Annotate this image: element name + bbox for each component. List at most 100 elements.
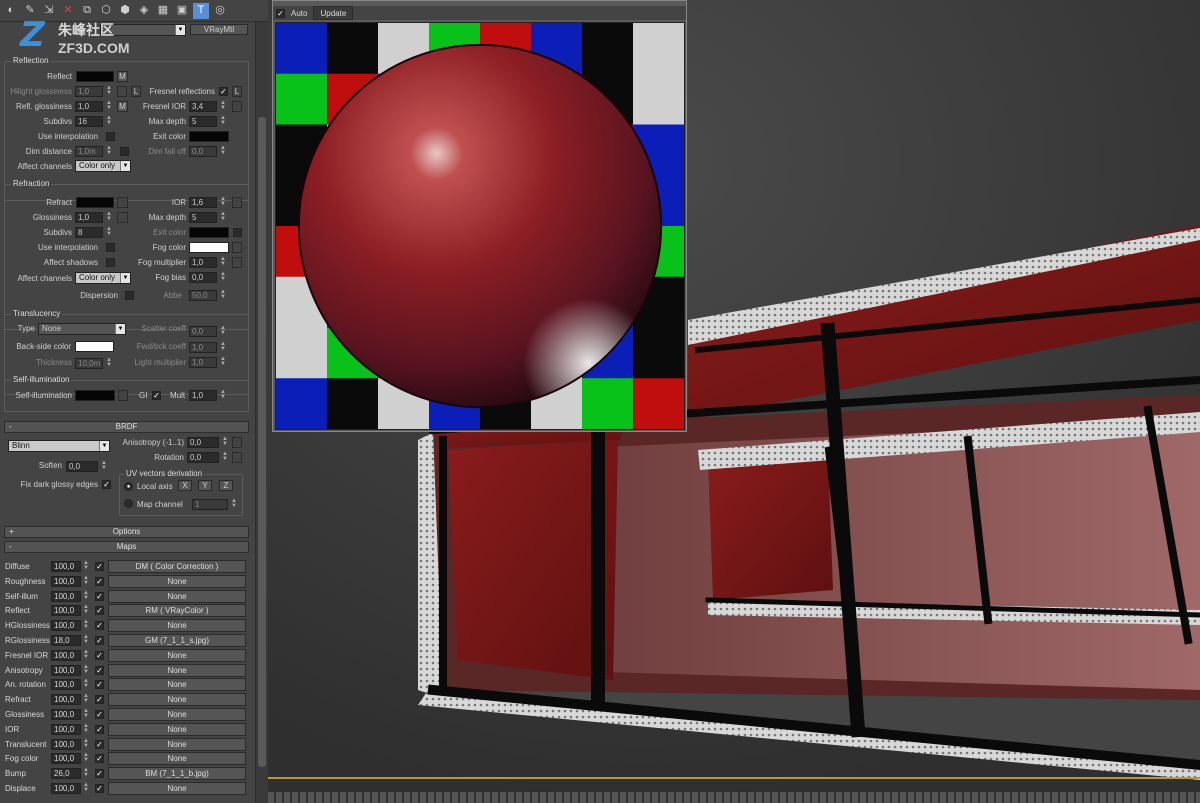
- max-depth-input[interactable]: 5: [189, 116, 217, 127]
- spinner-icon[interactable]: ▲ ▼: [105, 211, 113, 223]
- spinner-icon[interactable]: ▲ ▼: [83, 678, 91, 690]
- reflect-color-swatch[interactable]: [76, 71, 114, 82]
- dim-distance-checkbox[interactable]: [120, 147, 129, 156]
- spinner-icon[interactable]: ▲ ▼: [219, 115, 227, 127]
- anisotropy-map-button[interactable]: [232, 437, 242, 448]
- map-amount-input[interactable]: 100,0: [51, 561, 81, 572]
- map-channel-input[interactable]: 1: [192, 499, 228, 510]
- maps-rollout[interactable]: - Maps: [4, 541, 249, 553]
- fresnel-lock-button[interactable]: L: [232, 86, 242, 97]
- map-slot-button[interactable]: DM ( Color Correction ): [108, 560, 246, 573]
- map-slot-button[interactable]: GM (7_1_1_s.jpg): [108, 634, 246, 647]
- refl-glossiness-input[interactable]: 1,0: [75, 101, 103, 112]
- map-enable-checkbox[interactable]: ✓: [95, 650, 104, 660]
- fog-multiplier-map-button[interactable]: [232, 257, 242, 268]
- map-amount-input[interactable]: 100,0: [51, 723, 81, 735]
- go-parent-icon[interactable]: T: [193, 2, 209, 19]
- brdf-type-dropdown[interactable]: Blinn ▼: [8, 440, 110, 452]
- spinner-icon[interactable]: ▲ ▼: [83, 560, 91, 572]
- map-amount-input[interactable]: 100,0: [51, 605, 81, 617]
- exit-color-swatch[interactable]: [189, 131, 229, 142]
- soften-input[interactable]: 0,0: [66, 461, 98, 472]
- fix-dark-glossy-checkbox[interactable]: ✓: [102, 480, 111, 489]
- spinner-icon[interactable]: ▲ ▼: [83, 575, 91, 587]
- spinner-icon[interactable]: ▲ ▼: [83, 752, 91, 764]
- spinner-icon[interactable]: ▲ ▼: [83, 604, 91, 616]
- fog-color-swatch[interactable]: [189, 242, 229, 253]
- refract-map-button[interactable]: [117, 197, 128, 208]
- fwd-bck-coeff-input[interactable]: 1,0: [189, 342, 217, 353]
- spinner-icon[interactable]: ▲ ▼: [83, 693, 91, 705]
- map-amount-input[interactable]: 100,0: [51, 620, 81, 632]
- anisotropy-input[interactable]: 0,0: [187, 437, 219, 448]
- spinner-icon[interactable]: ▲ ▼: [105, 100, 113, 112]
- map-amount-input[interactable]: 100,0: [51, 738, 81, 750]
- spinner-icon[interactable]: ▲ ▼: [219, 256, 227, 268]
- spinner-icon[interactable]: ▲ ▼: [219, 271, 227, 283]
- unique-icon[interactable]: ⬡: [98, 3, 114, 19]
- ior-input[interactable]: 1,6: [189, 197, 217, 208]
- spinner-icon[interactable]: ▲ ▼: [105, 85, 113, 97]
- self-illumination-swatch[interactable]: [75, 390, 115, 401]
- map-amount-input[interactable]: 100,0: [51, 783, 81, 794]
- map-slot-button[interactable]: None: [108, 663, 246, 677]
- spinner-icon[interactable]: ▲ ▼: [83, 738, 91, 750]
- map-amount-input[interactable]: 100,0: [51, 590, 81, 602]
- pick-material-icon[interactable]: ◐: [3, 3, 19, 19]
- map-amount-input[interactable]: 100,0: [51, 664, 81, 676]
- rotation-input[interactable]: 0,0: [187, 452, 219, 463]
- spinner-icon[interactable]: ▲ ▼: [221, 436, 229, 448]
- spinner-icon[interactable]: ▲ ▼: [83, 619, 91, 631]
- map-enable-checkbox[interactable]: ✓: [95, 636, 104, 645]
- spinner-icon[interactable]: ▲ ▼: [83, 723, 91, 735]
- spinner-icon[interactable]: ▲ ▼: [219, 211, 227, 223]
- refr-exit-color-swatch[interactable]: [189, 227, 229, 238]
- map-enable-checkbox[interactable]: ✓: [95, 576, 104, 586]
- map-amount-input[interactable]: 100,0: [51, 575, 81, 587]
- spinner-icon[interactable]: ▲ ▼: [105, 226, 113, 238]
- spinner-icon[interactable]: ▲ ▼: [105, 357, 113, 369]
- refr-exit-color-checkbox[interactable]: [233, 228, 242, 237]
- axis-z-button[interactable]: Z: [219, 480, 233, 491]
- map-slot-button[interactable]: None: [108, 752, 246, 766]
- refr-use-interpolation-checkbox[interactable]: [106, 243, 115, 252]
- fresnel-reflections-checkbox[interactable]: ✓: [219, 87, 228, 96]
- refr-subdivs-input[interactable]: 8: [75, 227, 103, 238]
- thickness-input[interactable]: 10,0m: [75, 358, 103, 369]
- ior-map-button[interactable]: [232, 197, 242, 208]
- hilight-glossiness-input[interactable]: 1,0: [75, 86, 103, 97]
- map-slot-button[interactable]: None: [108, 678, 246, 692]
- options-rollout[interactable]: + Options: [4, 526, 249, 538]
- map-slot-button[interactable]: None: [108, 708, 246, 721]
- put-library-icon[interactable]: ⬢: [117, 3, 133, 19]
- scatter-coeff-input[interactable]: 0,0: [189, 326, 217, 337]
- map-enable-checkbox[interactable]: ✓: [95, 724, 104, 734]
- map-enable-checkbox[interactable]: ✓: [95, 710, 104, 719]
- spinner-icon[interactable]: ▲ ▼: [83, 649, 91, 661]
- spinner-icon[interactable]: ▲ ▼: [230, 498, 238, 510]
- glossiness-input[interactable]: 1,0: [75, 212, 103, 223]
- map-enable-checkbox[interactable]: ✓: [95, 754, 104, 764]
- spinner-icon[interactable]: ▲ ▼: [219, 100, 227, 112]
- map-slot-button[interactable]: None: [108, 648, 246, 662]
- map-slot-button[interactable]: None: [108, 722, 246, 736]
- map-slot-button[interactable]: None: [108, 619, 246, 633]
- translucency-type-dropdown[interactable]: None ▼: [38, 323, 126, 335]
- axis-x-button[interactable]: X: [178, 480, 192, 491]
- affect-shadows-checkbox[interactable]: [106, 258, 115, 267]
- show-map-icon[interactable]: ▦: [155, 3, 171, 19]
- fog-multiplier-input[interactable]: 1,0: [189, 257, 217, 268]
- spinner-icon[interactable]: ▲ ▼: [105, 115, 113, 127]
- glossiness-map-button[interactable]: [117, 212, 128, 223]
- reflect-map-button[interactable]: M: [117, 71, 128, 82]
- map-enable-checkbox[interactable]: ✓: [95, 680, 104, 690]
- map-enable-checkbox[interactable]: ✓: [95, 739, 104, 749]
- spinner-icon[interactable]: ▲ ▼: [83, 782, 91, 794]
- gi-checkbox[interactable]: ✓: [152, 391, 161, 400]
- map-amount-input[interactable]: 100,0: [51, 679, 81, 691]
- map-enable-checkbox[interactable]: ✓: [95, 562, 104, 571]
- copy-icon[interactable]: ⧉: [79, 3, 95, 19]
- fog-color-map-button[interactable]: [232, 242, 242, 253]
- brdf-rollout[interactable]: - BRDF: [4, 421, 249, 433]
- map-slot-button[interactable]: None: [108, 782, 246, 795]
